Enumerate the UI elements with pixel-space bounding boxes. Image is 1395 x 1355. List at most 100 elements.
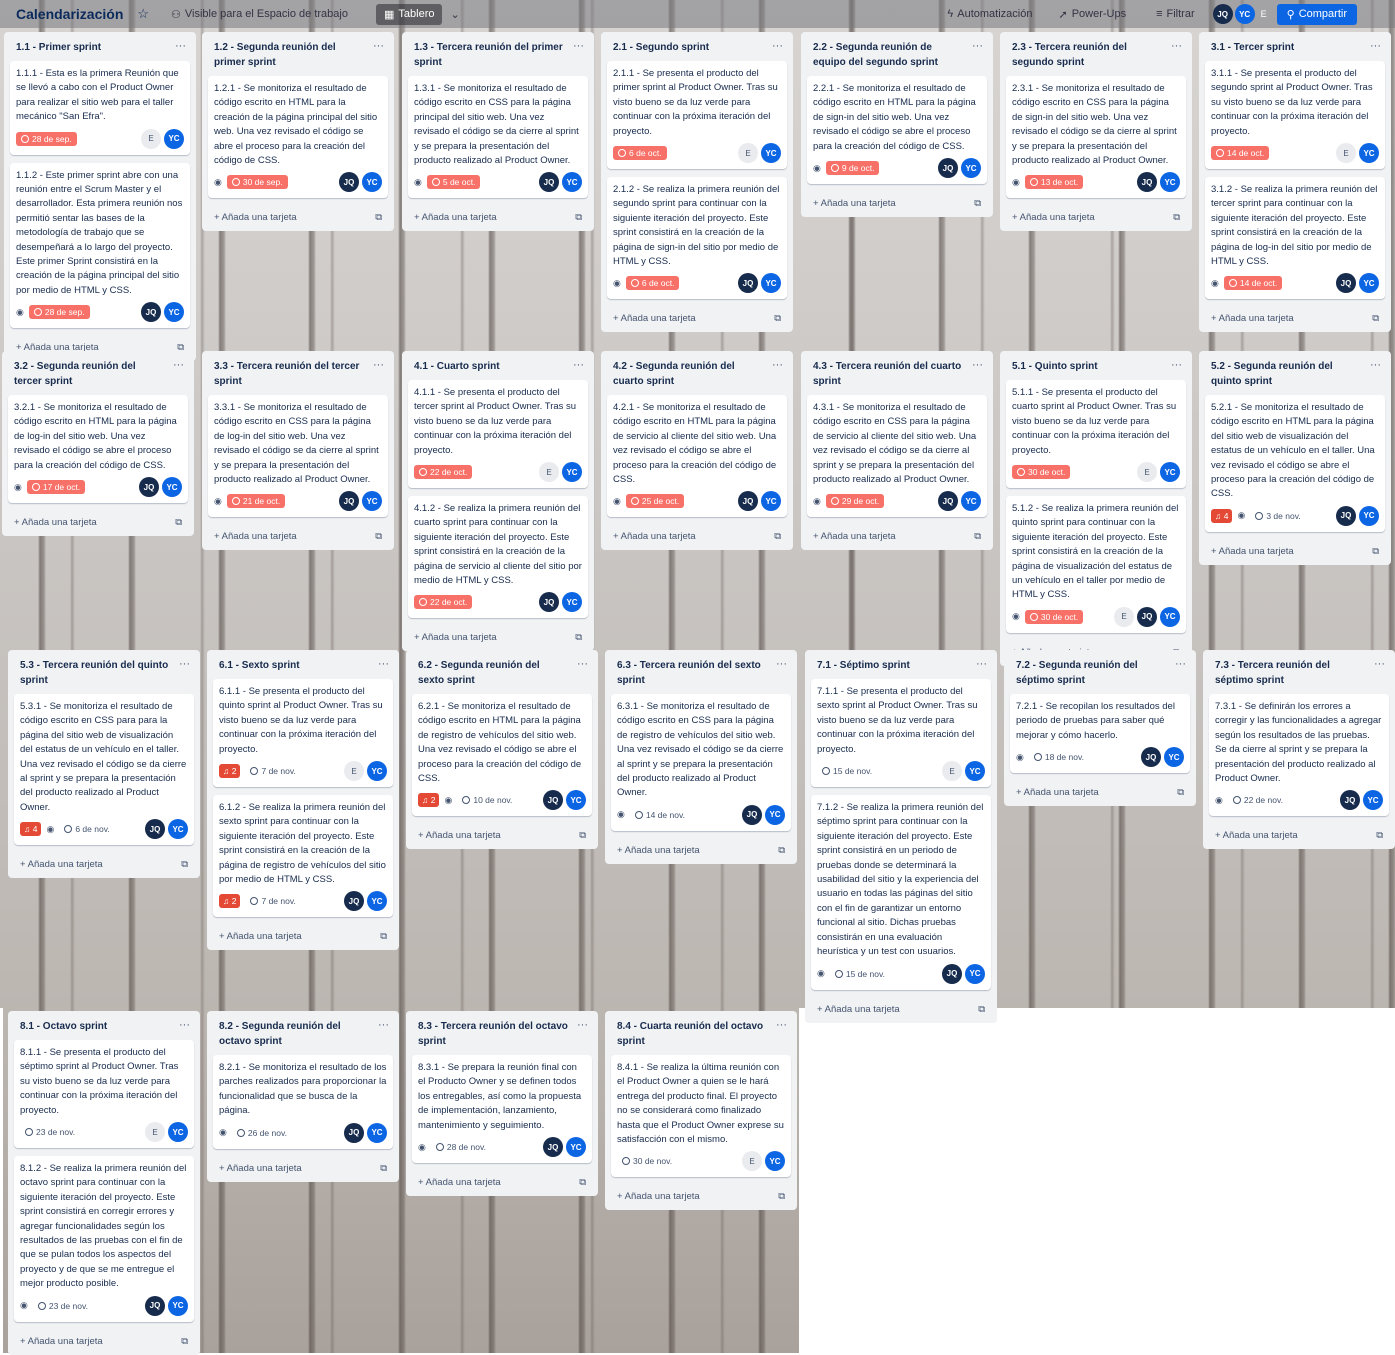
avatar[interactable]: E (742, 1151, 762, 1172)
due-date-badge[interactable]: 21 de oct. (226, 494, 286, 509)
avatar[interactable]: JQ (742, 804, 762, 825)
due-date-badge[interactable]: 30 de sep. (226, 175, 288, 190)
avatar[interactable]: JQ (539, 592, 559, 613)
template-icon[interactable]: ⧉ (575, 632, 582, 643)
avatar[interactable]: YC (961, 158, 981, 179)
card[interactable]: 4.3.1 - Se monitoriza el resultado de có… (807, 395, 987, 518)
add-card-button[interactable]: + Añada una tarjeta ⧉ (213, 1157, 393, 1178)
avatar[interactable]: YC (1234, 4, 1255, 24)
avatar[interactable]: YC (961, 491, 981, 512)
template-icon[interactable]: ⧉ (380, 1163, 387, 1174)
add-card-button[interactable]: + Añada una tarjeta ⧉ (408, 206, 588, 227)
more-icon[interactable]: ··· (378, 658, 389, 670)
list-title[interactable]: 4.1 - Cuarto sprint (414, 359, 564, 374)
card[interactable]: 7.3.1 - Se definirán los errores a corre… (1209, 694, 1389, 817)
template-icon[interactable]: ⧉ (1177, 787, 1184, 798)
list-title[interactable]: 2.3 - Tercera reunión del segundo sprint (1012, 40, 1162, 70)
template-icon[interactable]: ⧉ (579, 830, 586, 841)
add-card-button[interactable]: + Añada una tarjeta ⧉ (1010, 781, 1190, 802)
avatar[interactable]: E (141, 128, 161, 149)
card[interactable]: 3.3.1 - Se monitoriza el resultado de có… (208, 395, 388, 518)
more-icon[interactable]: ··· (1370, 40, 1381, 52)
avatar[interactable]: E (145, 1122, 165, 1143)
due-date-badge[interactable]: 30 de oct. (1012, 465, 1071, 480)
avatar[interactable]: YC (164, 128, 184, 149)
list-title[interactable]: 4.2 - Segunda reunión del cuarto sprint (613, 359, 763, 389)
add-card-button[interactable]: + Añada una tarjeta ⧉ (611, 1185, 791, 1206)
avatar[interactable]: JQ (539, 172, 559, 193)
card[interactable]: 6.1.1 - Se presenta el producto del quin… (213, 679, 393, 788)
more-icon[interactable]: ··· (1374, 658, 1385, 670)
due-date-badge[interactable]: 7 de nov. (245, 894, 300, 908)
list-title[interactable]: 2.1 - Segundo sprint (613, 40, 763, 55)
due-date-badge[interactable]: 28 de nov. (431, 1140, 491, 1154)
more-icon[interactable]: ··· (776, 658, 787, 670)
card[interactable]: 6.3.1 - Se monitoriza el resultado de có… (611, 694, 791, 831)
list-title[interactable]: 4.3 - Tercera reunión del cuarto sprint (813, 359, 963, 389)
due-date-badge[interactable]: 6 de oct. (625, 276, 680, 291)
card[interactable]: 1.3.1 - Se monitoriza el resultado de có… (408, 76, 588, 199)
avatar[interactable]: E (344, 761, 364, 782)
add-card-button[interactable]: + Añada una tarjeta ⧉ (208, 525, 388, 546)
avatar[interactable]: YC (168, 819, 188, 840)
avatar[interactable]: YC (162, 477, 182, 498)
list-title[interactable]: 2.2 - Segunda reunión de equipo del segu… (813, 40, 963, 70)
add-card-button[interactable]: + Añada una tarjeta ⧉ (607, 307, 787, 328)
card[interactable]: 2.3.1 - Se monitoriza el resultado de có… (1006, 76, 1186, 199)
due-date-badge[interactable]: 9 de oct. (825, 161, 880, 176)
card[interactable]: 7.1.2 - Se realiza la primera reunión de… (811, 795, 991, 990)
list-title[interactable]: 5.1 - Quinto sprint (1012, 359, 1162, 374)
avatar[interactable]: YC (965, 761, 985, 782)
avatar[interactable]: JQ (344, 891, 364, 912)
avatar[interactable]: YC (562, 172, 582, 193)
avatar[interactable]: JQ (141, 302, 161, 323)
list-title[interactable]: 7.1 - Séptimo sprint (817, 658, 967, 673)
more-icon[interactable]: ··· (173, 359, 184, 371)
avatar[interactable]: YC (566, 1137, 586, 1158)
card[interactable]: 8.1.2 - Se realiza la primera reunión de… (14, 1156, 194, 1322)
avatar[interactable]: YC (1160, 606, 1180, 627)
avatar[interactable]: JQ (1137, 606, 1157, 627)
template-icon[interactable]: ⧉ (974, 198, 981, 209)
avatar[interactable]: JQ (139, 477, 159, 498)
list-title[interactable]: 5.3 - Tercera reunión del quinto sprint (20, 658, 170, 688)
template-icon[interactable]: ⧉ (575, 212, 582, 223)
add-card-button[interactable]: + Añada una tarjeta ⧉ (208, 206, 388, 227)
list-title[interactable]: 6.1 - Sexto sprint (219, 658, 369, 673)
share-button[interactable]: ⚲ Compartir (1276, 3, 1357, 25)
due-date-badge[interactable]: 15 de nov. (817, 764, 877, 778)
due-date-badge[interactable]: 25 de oct. (625, 494, 685, 509)
avatar[interactable]: JQ (543, 790, 563, 811)
avatar[interactable]: JQ (738, 491, 758, 512)
add-card-button[interactable]: + Añada una tarjeta ⧉ (811, 998, 991, 1019)
template-icon[interactable]: ⧉ (380, 931, 387, 942)
avatar[interactable]: JQ (1336, 505, 1356, 526)
avatar[interactable]: YC (765, 804, 785, 825)
card[interactable]: 6.1.2 - Se realiza la primera reunión de… (213, 795, 393, 918)
add-card-button[interactable]: + Añada una tarjeta ⧉ (1209, 824, 1389, 845)
avatar[interactable]: YC (1359, 505, 1379, 526)
more-icon[interactable]: ··· (577, 658, 588, 670)
template-icon[interactable]: ⧉ (978, 1004, 985, 1015)
avatar[interactable]: JQ (1336, 273, 1356, 294)
avatar[interactable]: E (539, 462, 559, 483)
card[interactable]: 5.1.2 - Se realiza la primera reunión de… (1006, 496, 1186, 633)
template-icon[interactable]: ⧉ (778, 1191, 785, 1202)
card[interactable]: 7.2.1 - Se recopilan los resultados del … (1010, 694, 1190, 774)
more-icon[interactable]: ··· (179, 658, 190, 670)
card[interactable]: 7.1.1 - Se presenta el producto del sext… (811, 679, 991, 788)
due-date-badge[interactable]: 17 de oct. (26, 480, 86, 495)
add-card-button[interactable]: + Añada una tarjeta ⧉ (14, 853, 194, 874)
avatar[interactable]: YC (761, 143, 781, 164)
add-card-button[interactable]: + Añada una tarjeta ⧉ (607, 525, 787, 546)
due-date-badge[interactable]: 30 de oct. (1024, 609, 1084, 624)
more-icon[interactable]: ··· (972, 40, 983, 52)
chevron-down-icon[interactable]: ⌄ (450, 8, 459, 21)
avatar[interactable]: E (942, 761, 962, 782)
due-date-badge[interactable]: 14 de nov. (630, 808, 690, 822)
due-date-badge[interactable]: 3 de nov. (1250, 509, 1305, 523)
template-icon[interactable]: ⧉ (1372, 313, 1379, 324)
card[interactable]: 5.1.1 - Se presenta el producto del cuar… (1006, 380, 1186, 489)
avatar[interactable]: E (1336, 143, 1356, 164)
due-date-badge[interactable]: 22 de oct. (414, 595, 473, 610)
